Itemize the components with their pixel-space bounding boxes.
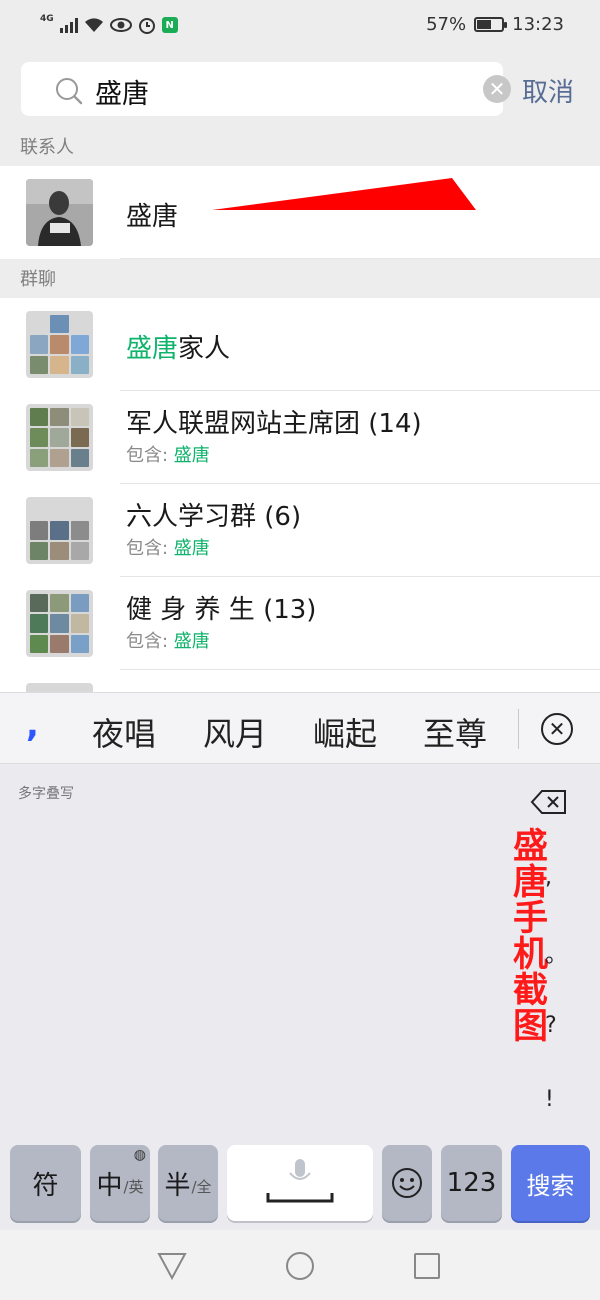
- battery-level: [477, 20, 491, 29]
- space-key[interactable]: [227, 1145, 373, 1221]
- cancel-button[interactable]: 取消: [522, 72, 574, 109]
- group-row-partial[interactable]: [0, 670, 600, 692]
- handwriting-hint: 多字叠写: [18, 786, 74, 802]
- punct-question[interactable]: ?: [545, 1013, 557, 1038]
- red-arrow-annotation: [212, 178, 476, 210]
- search-input[interactable]: 盛唐 ✕: [21, 62, 511, 116]
- group-name: 健 身 养 生 (13): [126, 595, 317, 625]
- avatar: [26, 311, 93, 378]
- clock: 13:23: [512, 14, 564, 35]
- group-contains: 包含: 盛唐: [126, 538, 210, 559]
- contact-row[interactable]: 盛唐: [0, 166, 600, 259]
- signal-icon: [59, 17, 78, 33]
- handwriting-pad[interactable]: 多字叠写 盛唐手机截图 , 。 ? !: [0, 765, 600, 1141]
- backspace-icon[interactable]: [530, 789, 568, 815]
- punct-comma[interactable]: ,: [545, 865, 552, 890]
- battery-icon: [474, 17, 508, 32]
- avatar: [26, 404, 93, 471]
- globe-icon: ◍: [133, 1147, 146, 1163]
- back-icon[interactable]: [157, 1252, 187, 1280]
- candidate-word[interactable]: 夜唱: [92, 709, 156, 755]
- group-list: 盛唐家人 军人联盟网站主席团 (14) 包含: 盛唐 六人学习群 (6) 包含:…: [0, 298, 600, 692]
- candidate-word[interactable]: 崛起: [313, 709, 377, 755]
- avatar: [26, 683, 93, 692]
- search-key[interactable]: 搜索: [511, 1145, 590, 1221]
- group-name: 六人学习群 (6): [126, 502, 302, 532]
- divider: [120, 258, 600, 259]
- alarm-icon: [138, 18, 155, 34]
- group-row[interactable]: 六人学习群 (6) 包含: 盛唐: [0, 484, 600, 577]
- section-header-contacts: 联系人: [0, 130, 600, 166]
- eye-icon: [109, 18, 132, 32]
- screen: 4G N 57% 13:23 盛唐 ✕ 取消 联系人 盛唐 群聊 盛唐家人 军人…: [0, 0, 600, 1300]
- network-type: 4G: [40, 14, 54, 24]
- group-contains: 包含: 盛唐: [126, 631, 210, 652]
- contact-list: 盛唐: [0, 166, 600, 259]
- group-row[interactable]: 盛唐家人: [0, 298, 600, 391]
- recents-icon[interactable]: [414, 1253, 440, 1279]
- search-bar: 盛唐 ✕ 取消: [0, 62, 600, 118]
- emoji-key[interactable]: [382, 1145, 432, 1221]
- keyboard-bottom-row: 符 ◍ 中/英 半/全 123 搜索: [0, 1141, 600, 1229]
- clear-icon[interactable]: ✕: [483, 75, 511, 103]
- symbol-key[interactable]: 符: [10, 1145, 81, 1221]
- avatar: [26, 497, 93, 564]
- status-bar: 4G N 57% 13:23: [0, 0, 600, 50]
- group-contains: 包含: 盛唐: [126, 445, 210, 466]
- search-icon: [56, 78, 83, 105]
- ime-candidate-bar: , 夜唱 风月 崛起 至尊 ✕: [0, 692, 600, 764]
- home-icon[interactable]: [286, 1252, 314, 1280]
- search-query: 盛唐: [95, 79, 149, 110]
- candidate-word[interactable]: 风月: [203, 709, 267, 755]
- group-name: 盛唐家人: [126, 334, 231, 364]
- contact-name: 盛唐: [126, 202, 179, 232]
- status-icons-left: 4G N: [40, 12, 178, 38]
- group-name: 军人联盟网站主席团 (14): [126, 409, 422, 439]
- wifi-icon: [84, 18, 103, 32]
- emoji-icon: [392, 1168, 422, 1198]
- punct-period[interactable]: 。: [545, 937, 567, 969]
- lang-switch-key[interactable]: ◍ 中/英: [90, 1145, 150, 1221]
- close-candidates-icon[interactable]: ✕: [541, 713, 573, 745]
- group-row[interactable]: 健 身 养 生 (13) 包含: 盛唐: [0, 577, 600, 670]
- microphone-icon: [266, 1159, 334, 1203]
- avatar: [26, 179, 93, 246]
- system-nav-bar: [0, 1230, 600, 1300]
- section-header-groups: 群聊: [0, 262, 600, 298]
- group-row[interactable]: 军人联盟网站主席团 (14) 包含: 盛唐: [0, 391, 600, 484]
- candidate-comma[interactable]: ,: [26, 705, 39, 745]
- avatar: [26, 590, 93, 657]
- divider: [518, 709, 519, 749]
- battery-percent: 57%: [426, 14, 467, 35]
- punct-exclaim[interactable]: !: [545, 1087, 554, 1112]
- status-icons-right: 57% 13:23: [426, 14, 564, 35]
- number-key[interactable]: 123: [441, 1145, 502, 1221]
- width-switch-key[interactable]: 半/全: [158, 1145, 218, 1221]
- app-notification-icon: N: [161, 17, 178, 33]
- candidate-word[interactable]: 至尊: [423, 709, 487, 755]
